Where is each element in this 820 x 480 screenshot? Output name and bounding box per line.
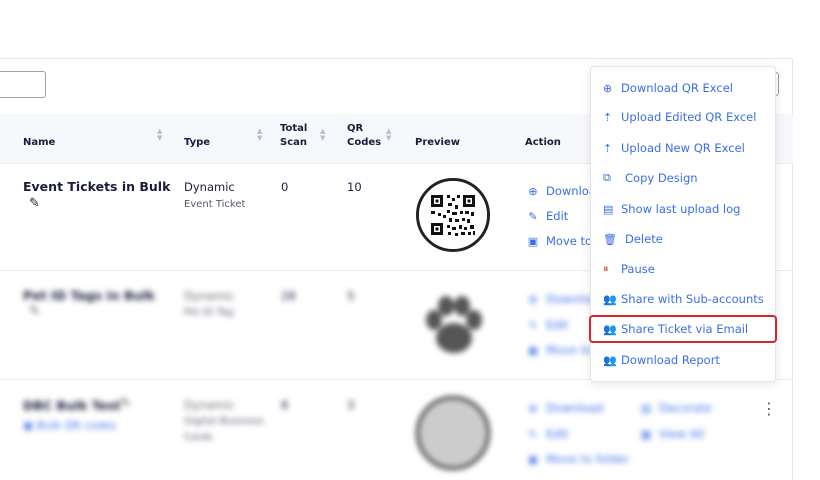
sort-icon[interactable]: ▲ ▼ — [386, 128, 391, 142]
qr-preview[interactable] — [416, 178, 490, 252]
edit-label: Edit — [546, 427, 569, 441]
row-subtype: Digital Business Cards — [184, 416, 264, 443]
row-name[interactable]: Event Tickets in Bulk — [23, 179, 170, 194]
menu-item-share-with-sub-accounts[interactable]: 👥 Share with Sub-accounts — [603, 289, 764, 309]
view-all-action[interactable]: ▦ View All — [640, 427, 704, 441]
row-qr-codes: 10 — [347, 180, 362, 194]
sort-icon[interactable]: ▲ ▼ — [157, 128, 162, 142]
menu-item-label: Delete — [625, 232, 663, 246]
decorate-action[interactable]: ▤ Decorate — [640, 401, 712, 415]
row-subtype: Pet ID Tag — [184, 307, 234, 318]
folder-icon: ▣ — [527, 234, 539, 248]
qr-preview[interactable] — [416, 396, 490, 470]
column-header-type[interactable]: Type — [184, 136, 210, 150]
menu-item-pause[interactable]: ⏸ Pause — [603, 259, 655, 279]
menu-item-show-last-upload-log[interactable]: ▤ Show last upload log — [603, 199, 740, 219]
column-header-qr-codes-line2: Codes — [347, 137, 382, 148]
edit-action[interactable]: ✎ Edit — [527, 427, 568, 441]
download-label: Download — [546, 401, 604, 415]
move-to-folder-action[interactable]: ▣ Move to folder — [527, 452, 629, 466]
column-header-qr-codes[interactable]: QR Codes — [347, 122, 381, 150]
sort-icon[interactable]: ▲ ▼ — [320, 128, 325, 142]
menu-item-download-qr-excel[interactable]: ⊕ Download QR Excel — [603, 78, 733, 98]
users-icon: 👥 — [603, 353, 617, 367]
edit-label: Edit — [546, 318, 569, 332]
row-total-scan: 0 — [281, 180, 289, 194]
folder-icon: ▣ — [23, 419, 37, 432]
document-icon: ▤ — [603, 202, 614, 216]
menu-item-label: Upload Edited QR Excel — [621, 110, 757, 124]
download-circle-icon: ⊕ — [528, 292, 538, 306]
folder-link[interactable]: ▣ Bulk QR codes — [23, 419, 116, 432]
palette-icon: ▤ — [640, 401, 652, 415]
move-to-label: Move to — [546, 234, 593, 248]
menu-item-label: Pause — [621, 262, 655, 276]
trash-icon: 🗑 — [603, 232, 617, 246]
column-header-total-scan-line1: Total — [280, 123, 308, 134]
pencil-icon: ✎ — [528, 318, 538, 332]
menu-item-upload-edited-qr-excel[interactable]: ⇡ Upload Edited QR Excel — [603, 107, 756, 127]
pencil-icon: ✎ — [528, 209, 538, 223]
upload-icon: ⇡ — [603, 110, 613, 124]
paw-preview[interactable] — [418, 290, 490, 362]
pencil-icon: ✎ — [528, 427, 538, 441]
row-type: Dynamic — [184, 289, 235, 303]
highlight-box — [589, 315, 777, 343]
row-name[interactable]: Pet ID Tags in Bulk — [23, 288, 155, 303]
column-header-action: Action — [525, 137, 561, 148]
column-header-qr-codes-line1: QR — [347, 123, 364, 134]
row-name[interactable]: DBC Bulk Test — [23, 398, 121, 413]
grid-icon: ▦ — [640, 427, 652, 441]
edit-action[interactable]: ✎ Edit — [527, 318, 568, 332]
users-icon: 👥 — [603, 292, 617, 306]
move-to-action[interactable]: ▣ Move to — [527, 343, 592, 357]
pencil-icon[interactable]: ✎ — [29, 304, 40, 319]
row-total-scan: 8 — [281, 398, 289, 412]
pause-icon: ⏸ — [603, 262, 609, 275]
download-action[interactable]: ⊕ Download — [527, 401, 603, 415]
sort-icon[interactable]: ▲ ▼ — [257, 128, 262, 142]
menu-item-copy-design[interactable]: ⧉ Copy Design — [603, 168, 698, 188]
menu-item-upload-new-qr-excel[interactable]: ⇡ Upload New QR Excel — [603, 138, 745, 158]
menu-item-label: Download QR Excel — [621, 81, 733, 95]
menu-item-label: Share with Sub-accounts — [621, 292, 764, 306]
menu-item-label: Show last upload log — [621, 202, 741, 216]
row-total-scan: 28 — [281, 289, 296, 303]
menu-item-download-report[interactable]: 👥 Download Report — [603, 350, 720, 370]
row-subtype: Event Ticket — [184, 199, 246, 210]
upload-icon: ⇡ — [603, 141, 613, 155]
download-circle-icon: ⊕ — [603, 81, 613, 95]
menu-item-label: Download Report — [621, 353, 720, 367]
row-qr-codes: 5 — [347, 289, 355, 303]
decorate-label: Decorate — [659, 401, 712, 415]
column-header-total-scan[interactable]: Total Scan — [280, 122, 307, 150]
download-circle-icon: ⊕ — [528, 401, 538, 415]
search-input[interactable] — [0, 71, 46, 98]
column-header-preview: Preview — [415, 137, 461, 148]
view-all-label: View All — [659, 427, 705, 441]
menu-item-label: Copy Design — [625, 171, 698, 185]
column-header-name[interactable]: Name — [23, 136, 55, 150]
edit-label: Edit — [546, 209, 569, 223]
pencil-icon[interactable]: ✎ — [29, 196, 40, 211]
folder-icon: ▣ — [527, 343, 539, 357]
move-to-action[interactable]: ▣ Move to — [527, 234, 592, 248]
copy-icon: ⧉ — [603, 171, 611, 184]
download-circle-icon: ⊕ — [528, 184, 538, 198]
move-to-label: Move to — [546, 343, 593, 357]
row-type: Dynamic — [184, 398, 235, 412]
menu-item-delete[interactable]: 🗑 Delete — [603, 229, 663, 249]
move-to-folder-label: Move to folder — [546, 452, 630, 466]
edit-action[interactable]: ✎ Edit — [527, 209, 568, 223]
folder-icon: ▣ — [527, 452, 539, 466]
menu-item-label: Upload New QR Excel — [621, 141, 745, 155]
pencil-icon[interactable]: ✎ — [120, 396, 131, 411]
row-type: Dynamic — [184, 180, 235, 194]
row-qr-codes: 3 — [347, 398, 355, 412]
folder-link-label: Bulk QR codes — [36, 419, 117, 432]
more-options-icon[interactable]: ⋮ — [761, 401, 777, 417]
column-header-total-scan-line2: Scan — [280, 137, 307, 148]
